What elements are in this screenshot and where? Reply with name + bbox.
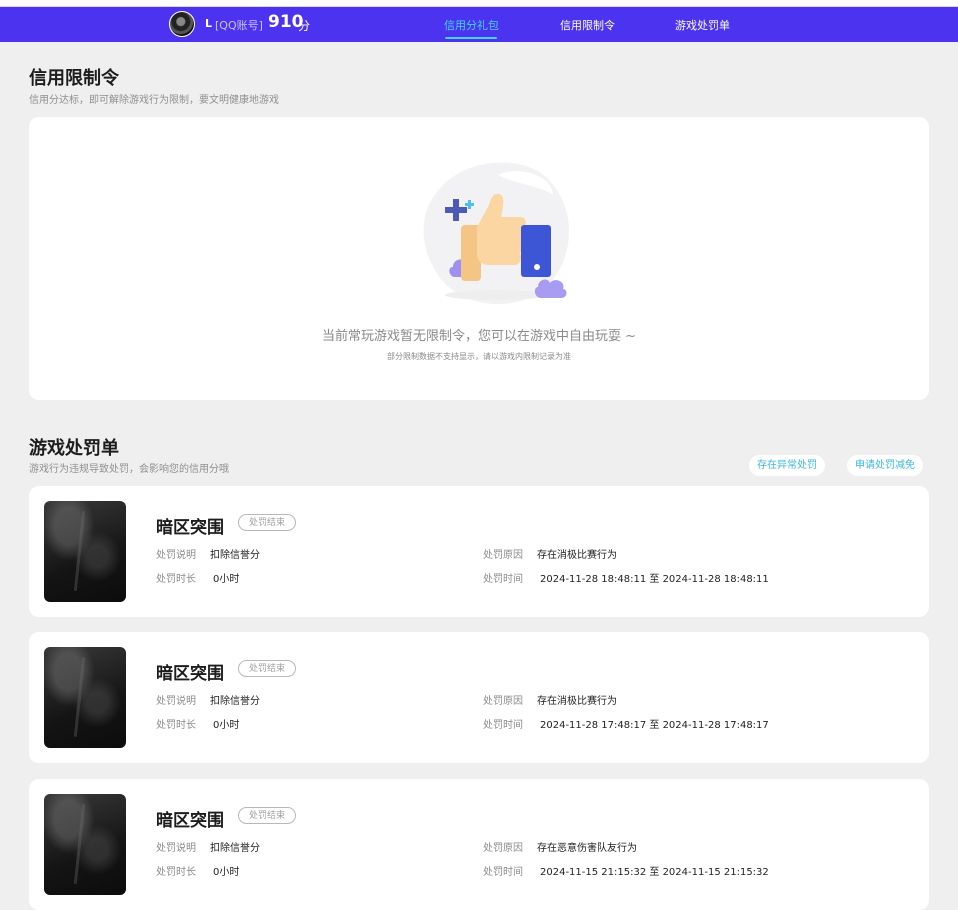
duration-value: 0小时 bbox=[213, 574, 240, 585]
apply-reduction-button[interactable]: 申请处罚减免 bbox=[847, 455, 923, 476]
top-border bbox=[0, 0, 958, 7]
restriction-empty-card: 当前常玩游戏暂无限制令，您可以在游戏中自由玩耍 ~ 部分限制数据不支持显示，请以… bbox=[29, 117, 929, 400]
game-thumbnail bbox=[44, 794, 126, 895]
desc-value: 扣除信誉分 bbox=[210, 550, 260, 561]
penalty-card[interactable]: 暗区突围 处罚结束 处罚说明 扣除信誉分 处罚时长 0小时 处罚原因 存在消极比… bbox=[29, 632, 929, 763]
time-value: 2024-11-28 17:48:17 至 2024-11-28 17:48:1… bbox=[540, 720, 769, 731]
user-avatar[interactable] bbox=[169, 11, 195, 37]
reason-label: 处罚原因 bbox=[483, 696, 523, 707]
tab-credit-restriction[interactable]: 信用限制令 bbox=[560, 17, 615, 33]
tab-credit-gift[interactable]: 信用分礼包 bbox=[444, 17, 499, 33]
abnormal-penalty-button[interactable]: 存在异常处罚 bbox=[749, 455, 825, 476]
game-name: 暗区突围 bbox=[156, 664, 224, 684]
game-thumbnail bbox=[44, 501, 126, 602]
time-label: 处罚时间 bbox=[483, 574, 523, 585]
duration-label: 处罚时长 bbox=[156, 867, 196, 878]
game-thumbnail bbox=[44, 647, 126, 748]
thumbs-up-illustration-icon bbox=[423, 162, 570, 305]
desc-label: 处罚说明 bbox=[156, 696, 196, 707]
user-name: L bbox=[205, 17, 213, 30]
status-badge: 处罚结束 bbox=[238, 660, 297, 677]
status-badge: 处罚结束 bbox=[238, 514, 297, 531]
time-value: 2024-11-28 18:48:11 至 2024-11-28 18:48:1… bbox=[540, 574, 769, 585]
active-tab-indicator bbox=[445, 37, 497, 39]
credit-score-unit: 分 bbox=[298, 19, 311, 33]
reason-value: 存在消极比赛行为 bbox=[537, 550, 617, 561]
game-name: 暗区突围 bbox=[156, 518, 224, 538]
account-type-label: [QQ账号] bbox=[215, 19, 263, 32]
penalty-section-subtitle: 游戏行为违规导致处罚，会影响您的信用分哦 bbox=[29, 464, 229, 475]
desc-value: 扣除信誉分 bbox=[210, 696, 260, 707]
duration-label: 处罚时长 bbox=[156, 574, 196, 585]
penalty-card[interactable]: 暗区突围 处罚结束 处罚说明 扣除信誉分 处罚时长 0小时 处罚原因 存在消极比… bbox=[29, 486, 929, 617]
tab-game-penalty[interactable]: 游戏处罚单 bbox=[675, 17, 730, 33]
top-nav-bar: L [QQ账号] 910 分 信用分礼包 信用限制令 游戏处罚单 bbox=[0, 7, 958, 42]
penalty-section-title: 游戏处罚单 bbox=[29, 438, 119, 459]
reason-value: 存在消极比赛行为 bbox=[537, 696, 617, 707]
empty-restriction-note: 部分限制数据不支持显示，请以游戏内限制记录为准 bbox=[387, 352, 571, 361]
desc-value: 扣除信誉分 bbox=[210, 843, 260, 854]
duration-value: 0小时 bbox=[213, 867, 240, 878]
restriction-section-title: 信用限制令 bbox=[29, 68, 119, 89]
time-label: 处罚时间 bbox=[483, 720, 523, 731]
duration-label: 处罚时长 bbox=[156, 720, 196, 731]
status-badge: 处罚结束 bbox=[238, 807, 297, 824]
restriction-section-subtitle: 信用分达标，即可解除游戏行为限制，要文明健康地游戏 bbox=[29, 95, 279, 106]
reason-value: 存在恶意伤害队友行为 bbox=[537, 843, 637, 854]
time-value: 2024-11-15 21:15:32 至 2024-11-15 21:15:3… bbox=[540, 867, 769, 878]
desc-label: 处罚说明 bbox=[156, 550, 196, 561]
game-name: 暗区突围 bbox=[156, 811, 224, 831]
reason-label: 处罚原因 bbox=[483, 843, 523, 854]
duration-value: 0小时 bbox=[213, 720, 240, 731]
desc-label: 处罚说明 bbox=[156, 843, 196, 854]
empty-restriction-message: 当前常玩游戏暂无限制令，您可以在游戏中自由玩耍 ~ bbox=[321, 329, 637, 344]
penalty-card[interactable]: 暗区突围 处罚结束 处罚说明 扣除信誉分 处罚时长 0小时 处罚原因 存在恶意伤… bbox=[29, 779, 929, 910]
time-label: 处罚时间 bbox=[483, 867, 523, 878]
reason-label: 处罚原因 bbox=[483, 550, 523, 561]
